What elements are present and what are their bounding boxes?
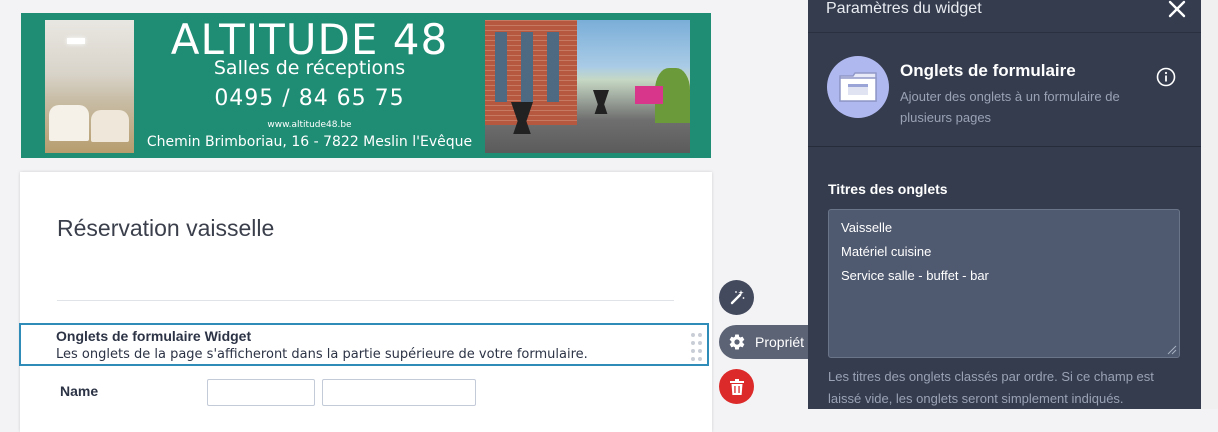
magic-wand-icon (730, 289, 744, 304)
name-label: Name (60, 383, 99, 399)
close-icon[interactable] (1167, 0, 1187, 19)
header-banner: ALTITUDE 48 Salles de réceptions 0495 / … (21, 13, 711, 158)
panel-header: Paramètres du widget (808, 0, 1201, 33)
banner-photo-terrace (485, 20, 690, 153)
first-name-input[interactable] (207, 379, 315, 406)
banner-subtitle: Salles de réceptions (213, 57, 406, 79)
title-divider (57, 300, 674, 301)
tabs-titles-textarea[interactable]: Vaisselle Matériel cuisine Service salle… (828, 209, 1180, 358)
gear-icon (729, 334, 745, 350)
tabs-titles-label: Titres des onglets (828, 181, 948, 197)
last-name-input[interactable] (322, 379, 476, 406)
widget-subtitle: Ajouter des onglets à un formulaire de p… (900, 89, 1120, 125)
widget-description: Les onglets de la page s'afficheront dan… (56, 347, 588, 362)
banner-address: Chemin Brimboriau, 16 - 7822 Meslin l'Ev… (146, 134, 473, 150)
tab-title-line: Matériel cuisine (841, 244, 932, 259)
form-title[interactable]: Réservation vaisselle (57, 215, 274, 242)
panel-title: Paramètres du widget (826, 0, 982, 17)
widget-name: Onglets de formulaire (900, 61, 1076, 80)
drag-handle-icon[interactable] (691, 333, 703, 361)
tab-title-line: Service salle - buffet - bar (841, 268, 989, 283)
form-tabs-widget[interactable]: Onglets de formulaire Widget Les onglets… (19, 323, 709, 366)
tabs-help-text: Les titres des onglets classés par ordre… (828, 369, 1154, 406)
banner-website: www.altitude48.be (267, 120, 352, 130)
banner-photo-hall (45, 20, 134, 153)
trash-icon (729, 378, 744, 395)
banner-phone: 0495 / 84 65 75 (214, 86, 405, 111)
tabs-widget-icon (827, 56, 889, 118)
magic-wand-button[interactable] (719, 280, 754, 315)
tab-title-line: Vaisselle (841, 220, 893, 235)
properties-label: Propriét (755, 334, 805, 350)
page-scroll-area (1201, 0, 1218, 409)
panel-separator (808, 146, 1201, 147)
resize-grip-icon[interactable] (1165, 343, 1177, 355)
form-card: Réservation vaisselle Onglets de formula… (19, 172, 712, 432)
info-icon[interactable] (1156, 67, 1176, 87)
properties-button[interactable]: Propriét (719, 325, 819, 359)
widget-title: Onglets de formulaire Widget (56, 328, 252, 344)
delete-button[interactable] (719, 369, 754, 404)
widget-settings-panel: Paramètres du widget Onglets de formulai… (808, 0, 1201, 409)
